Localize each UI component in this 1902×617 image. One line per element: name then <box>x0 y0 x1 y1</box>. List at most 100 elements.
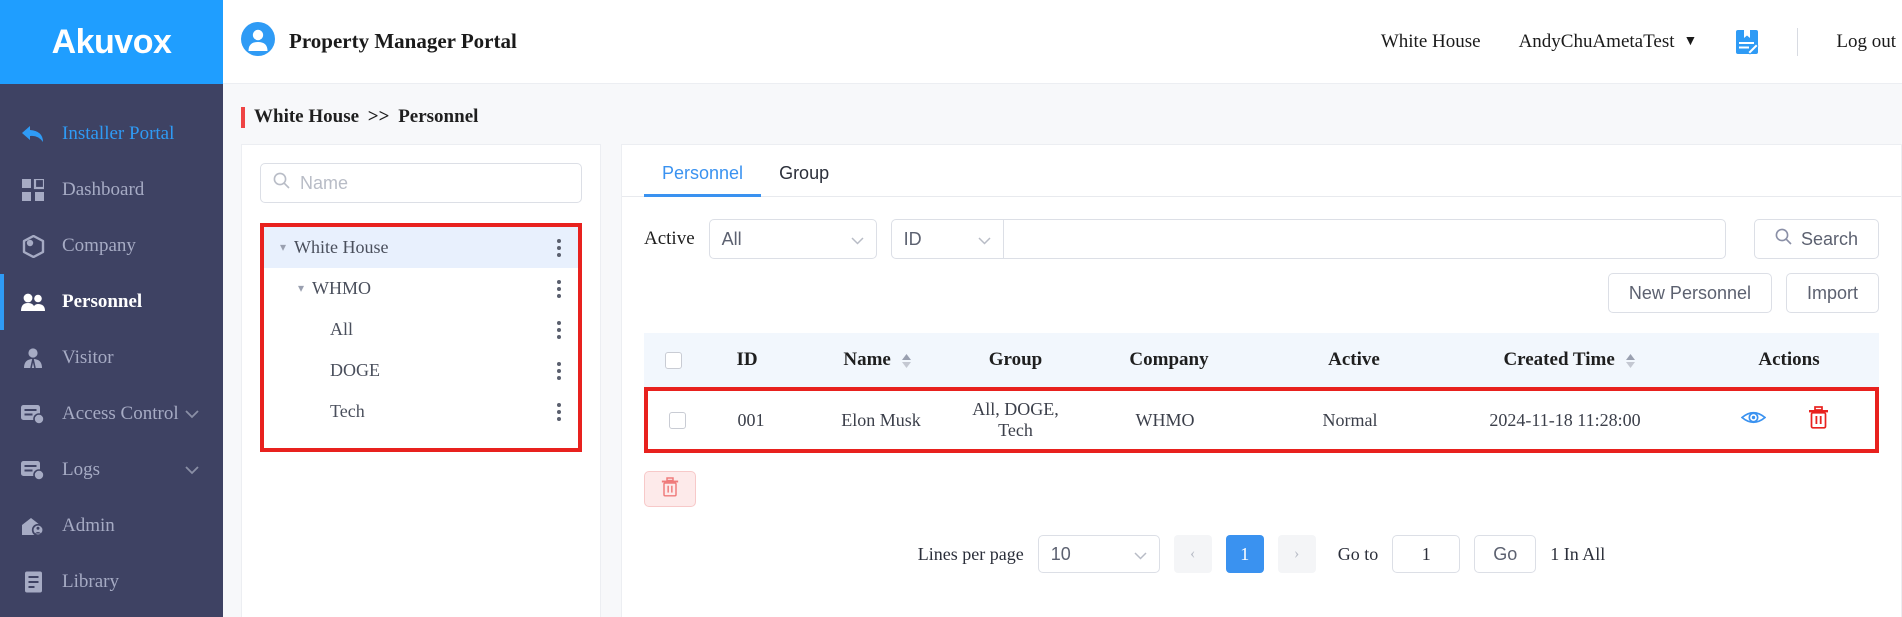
group-tree-panel: Name ▾ White House ▾ WHMO All DOGE Tech <box>241 144 601 617</box>
search-field-select[interactable]: ID <box>890 219 1003 259</box>
tree-search-input[interactable]: Name <box>260 163 582 203</box>
top-header: Property Manager Portal White House Andy… <box>223 0 1902 84</box>
sidebar-item-library[interactable]: Library <box>0 554 223 610</box>
active-filter-select[interactable]: All <box>708 219 877 259</box>
cell-actions <box>1695 406 1875 434</box>
column-header-actions: Actions <box>1758 349 1820 370</box>
column-header-group: Group <box>988 349 1043 370</box>
new-personnel-button[interactable]: New Personnel <box>1607 273 1772 313</box>
header-divider <box>1797 27 1799 56</box>
column-header-created-time[interactable]: Created Time <box>1439 349 1699 371</box>
logout-button[interactable]: Log out <box>1836 31 1902 53</box>
goto-label: Go to <box>1337 543 1379 564</box>
sort-arrows-icon[interactable] <box>901 353 911 368</box>
breadcrumb-text: White House >> Personnel <box>254 106 478 128</box>
sidebar-item-logs[interactable]: Logs <box>0 442 223 498</box>
current-site-label[interactable]: White House <box>1381 31 1481 53</box>
breadcrumb-root[interactable]: White House <box>254 106 359 127</box>
active-filter-value: All <box>721 228 742 249</box>
dashboard-grid-icon <box>18 179 48 201</box>
top-header-right: White House AndyChuAmetaTest ▼ Log out <box>1381 27 1902 56</box>
sidebar-item-label: Logs <box>62 459 100 480</box>
table-row-highlight-box: 001 Elon Musk All, DOGE, Tech WHMO Norma… <box>644 387 1879 453</box>
table-row[interactable]: 001 Elon Musk All, DOGE, Tech WHMO Norma… <box>648 391 1875 449</box>
tree-node-doge[interactable]: DOGE <box>264 350 578 391</box>
sidebar-item-installer-portal[interactable]: Installer Portal <box>0 106 223 162</box>
access-card-icon <box>18 404 48 424</box>
sort-arrows-icon[interactable] <box>1625 353 1635 368</box>
brand-logo-text: Akuvox <box>51 22 172 61</box>
tab-personnel[interactable]: Personnel <box>644 163 762 197</box>
sidebar: Akuvox Installer Portal Dashboard Compan… <box>0 0 223 617</box>
sidebar-item-access-control[interactable]: Access Control <box>0 386 223 442</box>
prev-page-button[interactable]: ‹ <box>1173 535 1212 573</box>
tree-node-white-house[interactable]: ▾ White House <box>264 227 578 268</box>
column-header-created-time-label: Created Time <box>1503 349 1615 370</box>
filter-bar: Active All ID Search <box>622 197 1901 259</box>
people-icon <box>18 292 48 312</box>
user-avatar-icon <box>241 22 275 61</box>
sidebar-item-dashboard[interactable]: Dashboard <box>0 162 223 218</box>
tree-node-menu-icon[interactable] <box>550 279 568 298</box>
select-all-checkbox[interactable] <box>664 351 682 369</box>
column-header-active: Active <box>1328 349 1380 370</box>
tree-node-whmo[interactable]: ▾ WHMO <box>264 268 578 309</box>
chevron-down-icon <box>1134 544 1147 565</box>
tree-node-menu-icon[interactable] <box>550 402 568 421</box>
breadcrumb-separator: >> <box>367 106 390 127</box>
sidebar-item-visitor[interactable]: Visitor <box>0 330 223 386</box>
sidebar-item-label: Visitor <box>62 347 114 368</box>
sidebar-item-company[interactable]: Company <box>0 218 223 274</box>
library-icon <box>18 571 48 593</box>
row-select-checkbox[interactable] <box>668 411 686 429</box>
caret-down-icon[interactable]: ▾ <box>290 281 312 296</box>
tree-node-menu-icon[interactable] <box>550 320 568 339</box>
tree-node-tech[interactable]: Tech <box>264 391 578 432</box>
cell-company: WHMO <box>1135 409 1195 430</box>
logs-icon <box>18 460 48 480</box>
column-header-name[interactable]: Name <box>792 349 962 371</box>
sidebar-item-label: Access Control <box>62 403 179 424</box>
brand-logo[interactable]: Akuvox <box>0 0 223 84</box>
chevron-down-icon[interactable] <box>185 459 199 481</box>
tree-search-placeholder: Name <box>300 172 349 193</box>
import-button[interactable]: Import <box>1785 273 1879 313</box>
back-arrow-icon <box>18 123 48 145</box>
next-page-button[interactable]: › <box>1277 535 1316 573</box>
lines-per-page-label: Lines per page <box>917 543 1024 564</box>
tree-node-menu-icon[interactable] <box>550 238 568 257</box>
search-field-value: ID <box>903 228 922 249</box>
tree-node-label: WHMO <box>312 278 371 298</box>
tree-node-all[interactable]: All <box>264 309 578 350</box>
go-button[interactable]: Go <box>1474 535 1537 573</box>
eye-view-icon[interactable] <box>1740 409 1767 431</box>
tree-node-label: All <box>330 319 354 339</box>
lines-per-page-value: 10 <box>1050 543 1071 564</box>
note-document-icon[interactable] <box>1735 29 1759 55</box>
search-button-label: Search <box>1800 228 1858 249</box>
body-row: Name ▾ White House ▾ WHMO All DOGE Tech … <box>223 144 1902 617</box>
bulk-delete-button[interactable] <box>644 471 696 507</box>
cell-group: All, DOGE, Tech <box>972 399 1059 440</box>
account-menu[interactable]: AndyChuAmetaTest ▼ <box>1519 31 1698 53</box>
visitor-icon <box>18 347 48 369</box>
sidebar-item-label: Library <box>62 571 119 592</box>
keyword-search-input[interactable] <box>1002 219 1726 259</box>
personnel-content-panel: Personnel Group Active All ID Search New… <box>621 144 1902 617</box>
search-button[interactable]: Search <box>1753 219 1879 259</box>
tree-node-menu-icon[interactable] <box>550 361 568 380</box>
trash-delete-icon[interactable] <box>1808 406 1829 434</box>
personnel-table: ID Name Group Company Active Created Tim… <box>644 333 1879 453</box>
sidebar-item-admin[interactable]: Admin <box>0 498 223 554</box>
tree-node-label: DOGE <box>330 360 380 380</box>
sidebar-item-personnel[interactable]: Personnel <box>0 274 223 330</box>
goto-page-input[interactable] <box>1392 535 1461 573</box>
portal-title: Property Manager Portal <box>241 22 517 61</box>
tab-group[interactable]: Group <box>761 163 847 196</box>
chevron-down-icon[interactable] <box>185 403 199 425</box>
search-icon <box>273 172 290 194</box>
lines-per-page-select[interactable]: 10 <box>1037 535 1160 573</box>
caret-down-icon[interactable]: ▾ <box>272 240 294 255</box>
breadcrumb: White House >> Personnel <box>223 84 1902 144</box>
page-number-1[interactable]: 1 <box>1225 535 1264 573</box>
